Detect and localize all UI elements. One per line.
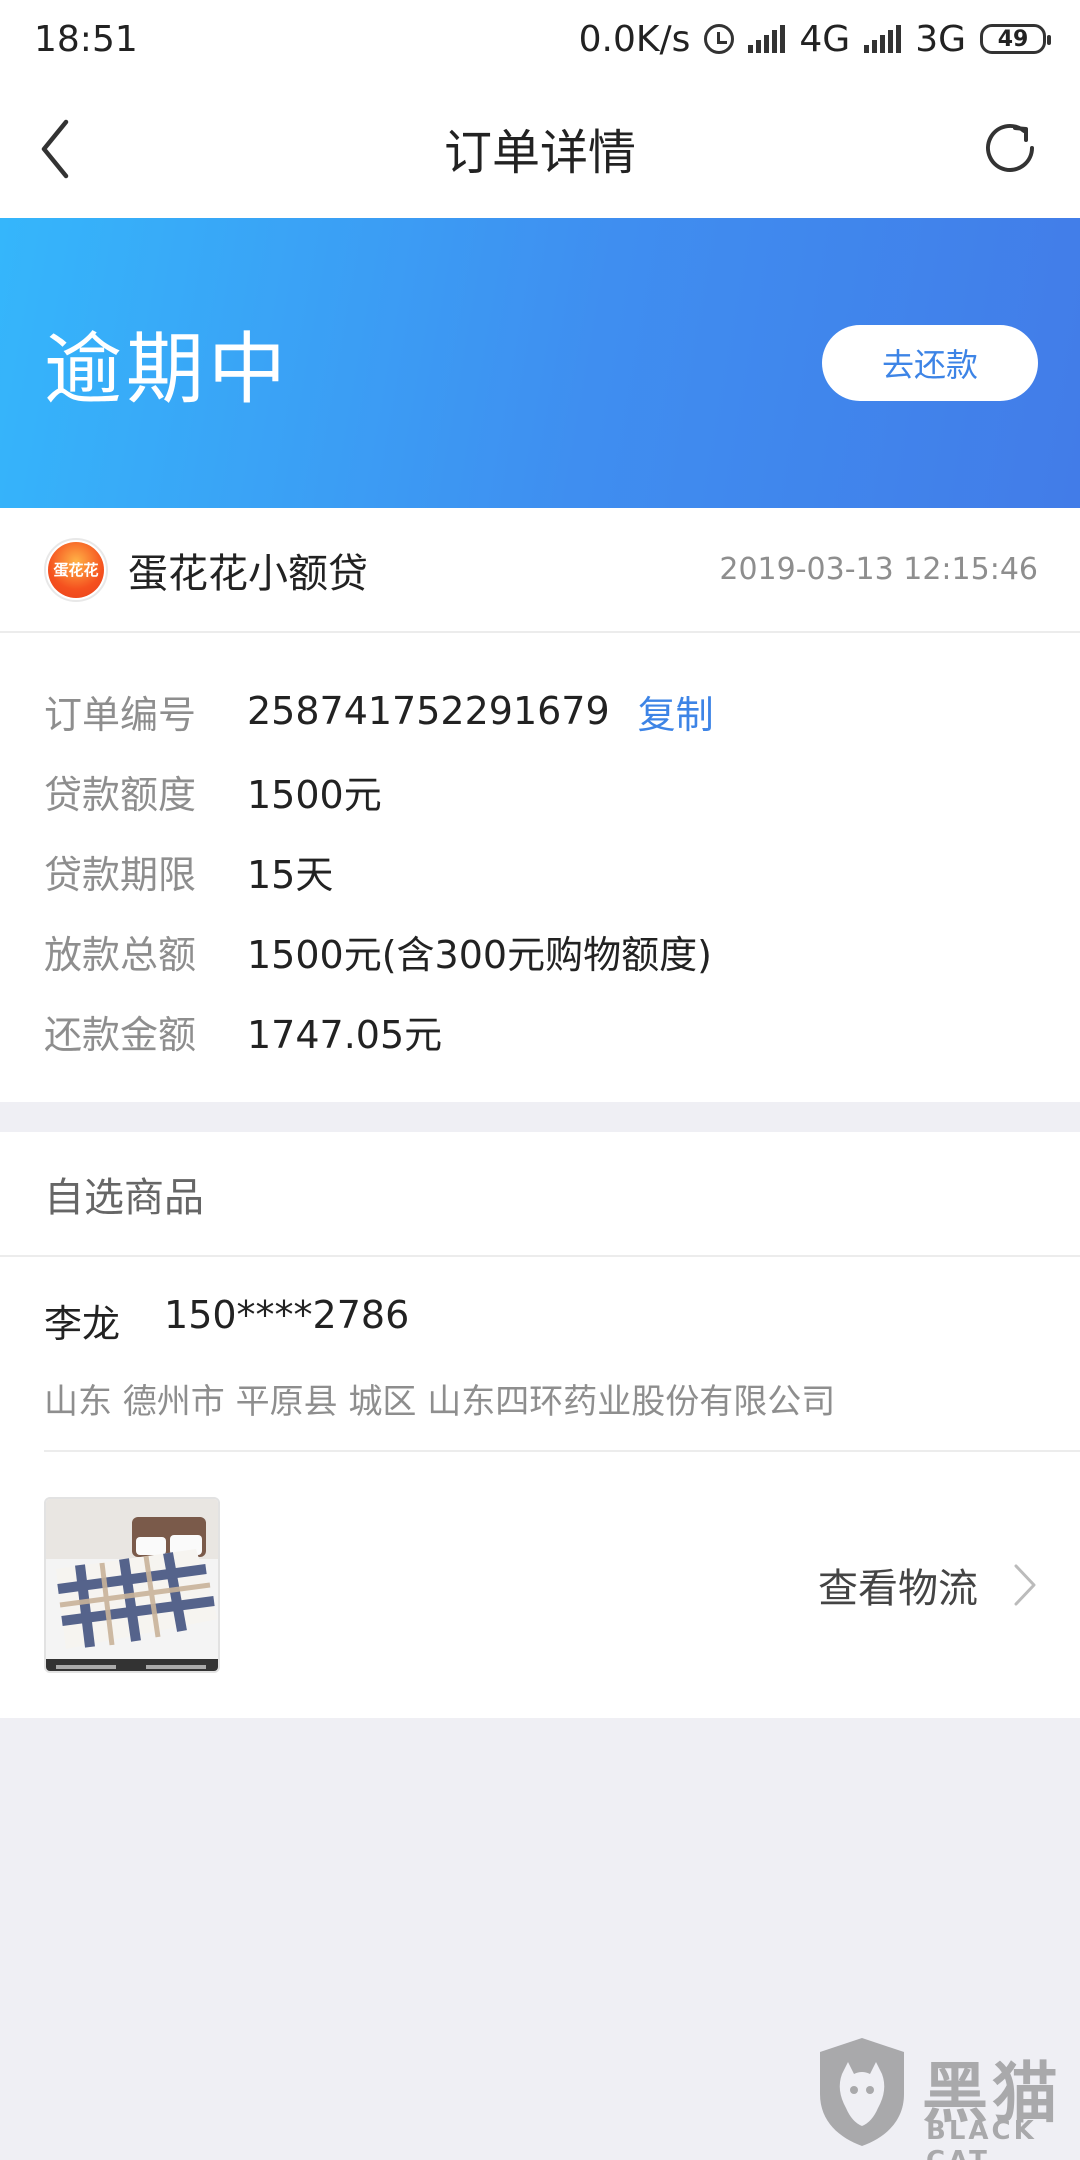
status-indicators: 0.0K/s 4G 3G 49 xyxy=(578,18,1051,60)
shipping-address: 李龙 150****2786 山东 德州市 平原县 城区 山东四环药业股份有限公… xyxy=(0,1257,1080,1452)
detail-row-repay: 还款金额 1747.05元 xyxy=(44,991,1036,1071)
order-status: 逾期中 xyxy=(44,325,291,415)
product-row[interactable]: 查看物流 xyxy=(0,1452,1080,1718)
alarm-icon xyxy=(704,24,735,54)
detail-row-amount: 贷款额度 1500元 xyxy=(44,751,1036,831)
status-time: 18:51 xyxy=(34,18,138,60)
signal-icon-2 xyxy=(864,25,902,53)
lender-logo-text: 蛋花花 xyxy=(48,541,104,598)
goods-card: 自选商品 李龙 150****2786 山东 德州市 平原县 城区 山东四环药业… xyxy=(0,1132,1080,1718)
cat-shield-icon xyxy=(820,2038,904,2146)
copy-button[interactable]: 复制 xyxy=(638,684,714,739)
order-no-value: 258741752291679 xyxy=(247,689,610,733)
loan-details: 订单编号 258741752291679 复制 贷款额度 1500元 贷款期限 … xyxy=(0,633,1080,1071)
loan-card: 蛋花花 蛋花花小额贷 2019-03-13 12:15:46 订单编号 2587… xyxy=(0,508,1080,1102)
back-button[interactable] xyxy=(34,116,94,182)
battery-level: 49 xyxy=(997,26,1029,52)
watermark: 黑猫 BLACK CAT xyxy=(812,2034,1072,2160)
contact-line: 李龙 150****2786 xyxy=(44,1293,1036,1348)
order-time: 2019-03-13 12:15:46 xyxy=(719,552,1038,587)
watermark-en: BLACK CAT xyxy=(926,2116,1037,2160)
logistics-label: 查看物流 xyxy=(818,1566,978,1612)
amount-label: 贷款额度 xyxy=(44,772,197,817)
address-text: 山东 德州市 平原县 城区 山东四环药业股份有限公司 xyxy=(44,1382,836,1422)
status-bar: 18:51 0.0K/s 4G 3G 49 xyxy=(0,0,1080,78)
repay-amount-label: 还款金额 xyxy=(44,1012,197,1057)
goods-header: 自选商品 xyxy=(0,1132,1080,1257)
repay-button[interactable]: 去还款 xyxy=(822,325,1038,401)
network-type-1: 4G xyxy=(799,18,851,60)
repay-amount-value: 1747.05元 xyxy=(247,1012,443,1057)
refresh-button[interactable] xyxy=(982,118,1042,178)
signal-icon xyxy=(748,25,786,53)
lender-row: 蛋花花 蛋花花小额贷 2019-03-13 12:15:46 xyxy=(0,508,1080,633)
nav-bar: 订单详情 xyxy=(0,78,1080,218)
status-banner: 逾期中 去还款 xyxy=(0,218,1080,508)
chevron-right-icon xyxy=(1014,1564,1036,1606)
net-speed: 0.0K/s xyxy=(578,18,691,60)
lender-logo: 蛋花花 xyxy=(44,537,108,602)
battery-icon: 49 xyxy=(980,24,1051,54)
product-image[interactable] xyxy=(44,1497,220,1673)
term-label: 贷款期限 xyxy=(44,852,197,897)
disbursed-label: 放款总额 xyxy=(44,932,197,977)
lender-name: 蛋花花小额贷 xyxy=(128,550,368,597)
term-value: 15天 xyxy=(247,852,334,897)
detail-row-disbursed: 放款总额 1500元(含300元购物额度) xyxy=(44,911,1036,991)
refresh-icon xyxy=(986,123,1034,172)
detail-row-order-no: 订单编号 258741752291679 复制 xyxy=(44,671,1036,751)
amount-value: 1500元 xyxy=(247,772,382,817)
contact-phone: 150****2786 xyxy=(164,1293,410,1337)
disbursed-value: 1500元(含300元购物额度) xyxy=(247,932,712,977)
order-no-label: 订单编号 xyxy=(44,692,197,737)
detail-row-term: 贷款期限 15天 xyxy=(44,831,1036,911)
view-logistics-link[interactable]: 查看物流 xyxy=(818,1556,1038,1614)
contact-name: 李龙 xyxy=(44,1302,121,1346)
chevron-left-icon xyxy=(41,119,69,179)
network-type-2: 3G xyxy=(915,18,966,60)
bedding-image xyxy=(46,1499,218,1671)
page-title: 订单详情 xyxy=(443,125,636,181)
